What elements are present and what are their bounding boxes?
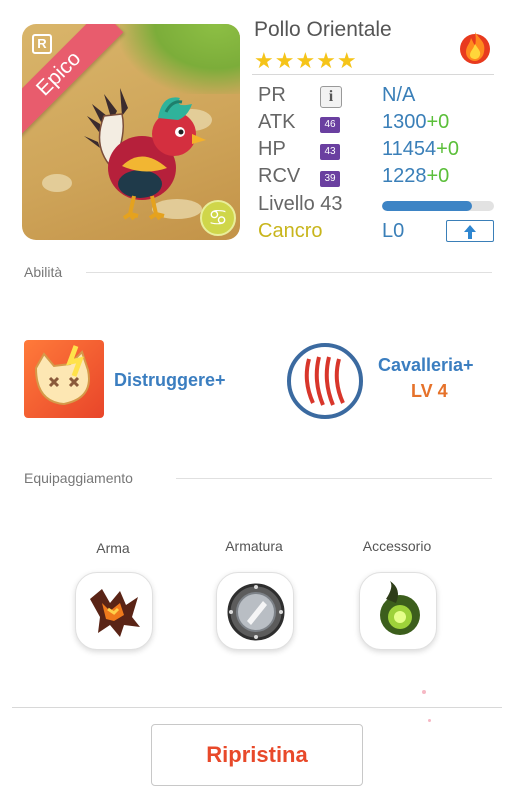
equipment-section-title: Equipaggiamento [24,470,133,486]
weapon-slot[interactable] [75,572,153,650]
stat-row-atk: ATK 46 1300+0 [258,111,498,137]
shield-armor-icon [227,583,285,641]
decorative-dot [428,719,431,722]
info-icon[interactable]: i [320,86,342,108]
header-divider [252,74,494,75]
stat-label: HP [258,138,286,160]
skill-level: LV 4 [411,381,448,401]
stat-bonus: +0 [426,165,450,187]
zodiac-level: L0 [382,220,405,242]
fire-icon [460,32,490,64]
stat-row-zodiac: Cancro L0 [258,220,498,246]
claw-weapon-icon [90,589,140,637]
star-rating: ★★★★★ [254,48,358,73]
abilities-section-title: Abilità [24,264,63,280]
stat-row-level: Livello 43 [258,193,498,219]
stat-level-badge: 46 [320,117,340,133]
stat-value: N/A [382,84,416,106]
accessory-slot[interactable] [359,572,437,650]
stat-value: 1228+0 [382,165,450,187]
skill-name-distruggere[interactable]: Distruggere+ [114,370,226,391]
creature-artwork [84,88,206,221]
stat-level-badge: 43 [320,144,340,160]
stat-label: RCV [258,165,301,187]
equipment-label-armor: Armatura [225,538,283,554]
decorative-dot [422,690,426,694]
green-orb-accessory-icon [380,581,420,635]
reset-button[interactable]: Ripristina [151,724,363,786]
equipment-label-weapon: Arma [96,540,130,556]
stat-value: 1300+0 [382,111,450,133]
section-divider [86,272,492,273]
stat-value: 11454+0 [382,138,459,160]
rarity-r-badge: R [32,34,52,54]
stat-row-pr: PR i N/A [258,84,498,110]
stat-level-badge: 39 [320,171,340,187]
level-progress-fill [382,201,472,211]
stat-label: PR [258,84,286,106]
equipment-label-accessory: Accessorio [362,538,432,554]
level-progress-bar [382,201,494,211]
stat-bonus: +0 [436,138,459,160]
creature-portrait[interactable]: R Epico ♋ [22,24,240,240]
skill-name-cavalleria[interactable]: Cavalleria+ [378,355,474,376]
stat-row-hp: HP 43 11454+0 [258,138,498,164]
portrait-background-stone [42,174,72,192]
creature-name: Pollo Orientale [254,18,392,41]
zodiac-label: Cancro [258,220,323,242]
section-divider [176,478,492,479]
claw-marks-icon[interactable] [287,343,363,419]
level-label: Livello 43 [258,193,343,215]
stat-row-rcv: RCV 39 1228+0 [258,165,498,191]
armor-slot[interactable] [216,572,294,650]
upgrade-button[interactable] [446,220,494,242]
footer-divider [12,707,502,708]
cancer-zodiac-icon: ♋ [200,200,236,236]
broken-face-icon[interactable] [24,340,104,418]
stat-bonus: +0 [426,111,450,133]
arrow-up-icon [464,225,476,239]
stat-label: ATK [258,111,296,133]
